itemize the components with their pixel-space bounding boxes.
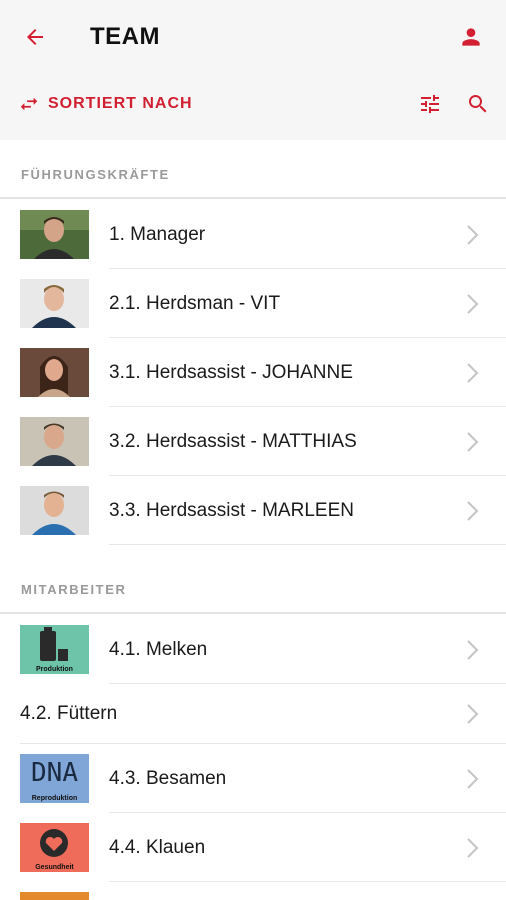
list-item-label: 4.1. Melken <box>109 639 208 660</box>
list-item[interactable]: 3.3. Herdsassist - MARLEEN <box>0 476 506 545</box>
sliders-icon <box>421 95 439 113</box>
list-item-label: 3.3. Herdsassist - MARLEEN <box>109 500 354 521</box>
role-thumbnail: Gesundheit <box>20 823 89 872</box>
chevron-right-icon <box>467 225 479 245</box>
chevron-right-icon <box>467 769 479 789</box>
arrow-left-icon <box>27 29 43 45</box>
chevron-right-icon <box>467 704 479 724</box>
search-button[interactable] <box>464 90 492 118</box>
page-title: TEAM <box>90 23 160 50</box>
avatar <box>20 486 89 535</box>
list-item-label: 1. Manager <box>109 224 206 245</box>
thumbnail-caption: Reproduktion <box>31 795 78 802</box>
list-item[interactable]: 1. Manager <box>0 200 506 269</box>
avatar <box>20 279 89 328</box>
list-item-label: 3.2. Herdsassist - MATTHIAS <box>109 431 357 452</box>
header: TEAM SORTIERT NACH <box>0 0 506 140</box>
thumbnail-caption: Gesundheit <box>35 864 74 871</box>
back-button[interactable] <box>20 22 50 52</box>
list-item-label: 3.1. Herdsassist - JOHANNE <box>109 362 353 383</box>
avatar <box>20 348 89 397</box>
section-title-staff: MITARBEITER <box>21 582 127 597</box>
list-item[interactable]: Gesundheit 4.4. Klauen <box>0 813 506 882</box>
thumbnail-text: DNA <box>31 758 78 788</box>
list-item[interactable]: Produktion 4.1. Melken <box>0 615 506 684</box>
chevron-right-icon <box>467 363 479 383</box>
swap-arrows-icon <box>20 97 38 111</box>
chevron-right-icon <box>467 294 479 314</box>
chevron-right-icon <box>467 432 479 452</box>
avatar <box>20 417 89 466</box>
list-item[interactable]: 3.2. Herdsassist - MATTHIAS <box>0 407 506 476</box>
list-item-label: 4.2. Füttern <box>20 703 118 724</box>
list-item-label: 2.1. Herdsman - VIT <box>109 293 281 314</box>
sort-button[interactable]: SORTIERT NACH <box>18 92 193 116</box>
row-divider <box>109 544 506 545</box>
app-bar: TEAM <box>0 0 506 72</box>
role-thumbnail: DNA Reproduktion <box>20 754 89 803</box>
chevron-right-icon <box>467 501 479 521</box>
filter-button[interactable] <box>416 90 444 118</box>
sort-bar: SORTIERT NACH <box>0 80 506 128</box>
avatar <box>20 210 89 259</box>
thumbnail-caption: Produktion <box>36 666 73 673</box>
row-divider <box>109 881 506 882</box>
chevron-right-icon <box>467 640 479 660</box>
list-item[interactable]: 4.2. Füttern <box>0 684 506 744</box>
list-item[interactable]: 3.1. Herdsassist - JOHANNE <box>0 338 506 407</box>
section-divider <box>0 197 506 199</box>
section-divider <box>0 612 506 614</box>
chevron-right-icon <box>467 838 479 858</box>
list-item-partial[interactable] <box>20 892 89 900</box>
section-title-leaders: FÜHRUNGSKRÄFTE <box>21 167 170 182</box>
list-item[interactable]: DNA Reproduktion 4.3. Besamen <box>0 744 506 813</box>
search-icon <box>469 95 487 113</box>
list-item-label: 4.4. Klauen <box>109 837 206 858</box>
sort-label: SORTIERT NACH <box>48 95 193 112</box>
person-icon <box>462 28 480 46</box>
list-item-label: 4.3. Besamen <box>109 768 227 789</box>
role-thumbnail: Produktion <box>20 625 89 674</box>
list-item[interactable]: 2.1. Herdsman - VIT <box>0 269 506 338</box>
profile-button[interactable] <box>456 22 486 52</box>
